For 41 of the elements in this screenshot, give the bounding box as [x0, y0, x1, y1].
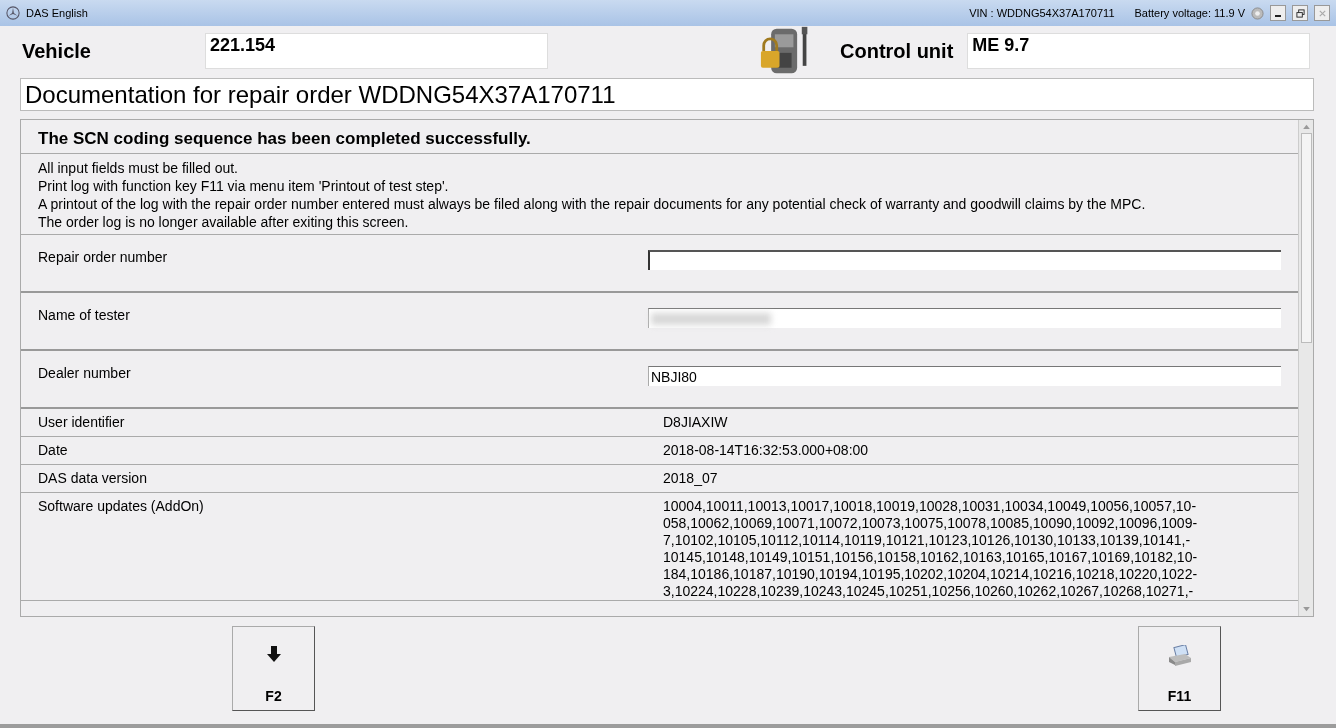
scroll-down-icon	[1302, 607, 1310, 612]
field-label: Repair order number	[38, 249, 169, 265]
vehicle-label: Vehicle	[22, 39, 92, 63]
down-arrow-icon	[265, 645, 282, 663]
window-title: DAS English	[26, 7, 88, 19]
printer-icon	[1166, 645, 1193, 667]
note-text: All input fields must be filled out.	[38, 159, 239, 177]
close-icon	[1317, 8, 1327, 18]
minimize-button[interactable]	[1270, 5, 1286, 21]
note-text: A printout of the log with the repair order number entered must always be filed along with the repair documents for any potential check of warranty and goodwill claims by the MPC.	[38, 195, 1147, 213]
input-field[interactable]: NBJI80	[648, 366, 1281, 386]
input-field[interactable]	[648, 308, 1281, 328]
info-value: D8JIAXIW	[663, 414, 728, 431]
vehicle-field: 221.154	[205, 33, 548, 69]
panel-heading: The SCN coding sequence has been completed successfully.	[21, 123, 1298, 154]
control-unit-field: ME 9.7	[967, 33, 1311, 69]
input-field[interactable]	[648, 250, 1281, 270]
function-key-button[interactable]: F11	[1138, 626, 1221, 711]
function-key-button[interactable]: F2	[232, 626, 315, 711]
document-title: Documentation for repair order WDDNG54X37A170711	[20, 78, 1314, 111]
note-text: Print log with function key F11 via menu item 'Printout of test step'.	[38, 177, 450, 195]
star-logo-icon	[6, 6, 20, 20]
info-label: Date	[38, 442, 69, 458]
info-label: DAS data version	[38, 470, 148, 486]
scroll-up-icon	[1302, 124, 1310, 129]
restore-icon	[1295, 8, 1305, 18]
gauge-icon	[1251, 6, 1264, 20]
info-label: User identifier	[38, 414, 126, 430]
info-value: 2018-08-14T16:32:53.000+08:00	[663, 442, 869, 459]
note-text: The order log is no longer available after exiting this screen.	[38, 213, 410, 231]
control-unit-label: Control unit	[840, 39, 954, 63]
vin-text: VIN : WDDNG54X37A170711	[969, 7, 1115, 19]
field-label: Name of tester	[38, 307, 131, 323]
battery-voltage: Battery voltage: 11.9 V	[1134, 7, 1245, 19]
info-value: 10004,10011,10013,10017,10018,10019,10028,10031,10034,10049,10056,10057,10- 058,10062,10069,10071,10072,10073,10075,10078,10085,10090,10092,10096,1009- 7,10102,10105,10112,10114,10119,10121,10123,10126,10130,10133,10139,10141,- 10145,10148,10149,10151,10156,10158,10162,10163,10165,10167,10169,10182,10- 184,10186,10187,10190,10194,10195,10202,10204,10214,10216,10218,10220,1022- 3,10224,10228,10239,10243,10245,10251,10256,10260,10262,10267,10268,10271,-	[663, 498, 1198, 600]
info-value: 2018_07	[663, 470, 718, 487]
info-label: Software updates (AddOn)	[38, 498, 205, 514]
restore-button[interactable]	[1292, 5, 1308, 21]
scrollbar[interactable]	[1298, 120, 1313, 616]
minimize-icon	[1275, 15, 1281, 17]
field-label: Dealer number	[38, 365, 132, 381]
